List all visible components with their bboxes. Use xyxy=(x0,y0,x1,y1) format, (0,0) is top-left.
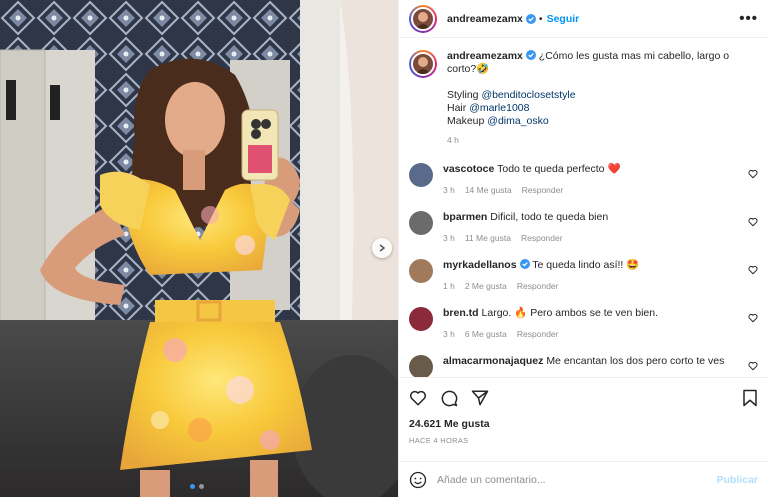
carousel-indicator xyxy=(190,484,204,489)
carousel-dot-active xyxy=(190,484,195,489)
commenter-username[interactable]: myrkadellanos xyxy=(443,259,517,271)
comment-age: 1 h xyxy=(443,281,455,291)
commenter-username[interactable]: bparmen xyxy=(443,211,487,223)
next-photo-button[interactable] xyxy=(372,238,392,258)
commenter-avatar[interactable] xyxy=(409,307,433,331)
comment-like-heart-icon[interactable] xyxy=(748,217,758,227)
caption-age: 4 h xyxy=(447,135,459,145)
share-send-icon[interactable] xyxy=(471,389,489,407)
separator-dot: • xyxy=(538,12,543,25)
styling-label: Styling xyxy=(447,89,479,101)
hair-label: Hair xyxy=(447,102,467,114)
verified-badge-icon xyxy=(525,50,536,60)
comment-like-heart-icon[interactable] xyxy=(748,313,758,323)
commenter-avatar[interactable] xyxy=(409,163,433,187)
likes-count[interactable]: 24.621 Me gusta xyxy=(409,418,758,430)
reply-button[interactable]: Responder xyxy=(522,184,564,197)
post-photo[interactable] xyxy=(0,0,398,497)
comment-text: Largo. 🔥 Pero ambos se te ven bien. xyxy=(481,307,659,319)
chevron-right-icon xyxy=(379,244,386,252)
post-actions: 24.621 Me gusta HACE 4 HORAS xyxy=(399,377,768,461)
profile-picture-icon xyxy=(416,57,430,74)
commenter-avatar[interactable] xyxy=(409,355,433,377)
commenter-username[interactable]: vascotoce xyxy=(443,163,494,175)
comment-input[interactable]: Añade un comentario... xyxy=(437,474,707,486)
comment-item: vascotoce Todo te queda perfecto ❤️ 3 h … xyxy=(409,163,758,197)
commenter-avatar[interactable] xyxy=(409,211,433,235)
publish-button[interactable]: Publicar xyxy=(717,474,758,486)
profile-picture-icon xyxy=(416,11,430,29)
comment-like-heart-icon[interactable] xyxy=(748,169,758,179)
makeup-mention-link[interactable]: @dima_osko xyxy=(487,115,548,127)
post-caption: andreamezamx ¿Cómo les gusta mas mi cabe… xyxy=(409,50,758,147)
comment-like-heart-icon[interactable] xyxy=(748,361,758,371)
comment-item: almacarmonajaquez Me encantan los dos pe… xyxy=(409,355,758,377)
comment-age: 3 h xyxy=(443,233,455,243)
verified-badge-icon xyxy=(519,259,530,269)
like-heart-icon[interactable] xyxy=(409,389,427,407)
comments-list[interactable]: andreamezamx ¿Cómo les gusta mas mi cabe… xyxy=(399,38,768,377)
reply-button[interactable]: Responder xyxy=(521,232,563,245)
commenter-avatar[interactable] xyxy=(409,259,433,283)
hair-mention-link[interactable]: @marle1008 xyxy=(469,102,529,114)
emoji-icon[interactable] xyxy=(409,471,427,489)
add-comment-bar: Añade un comentario... Publicar xyxy=(399,461,768,497)
comment-item: bparmen Dificil, todo te queda bien 3 h … xyxy=(409,211,758,245)
comment-item: bren.td Largo. 🔥 Pero ambos se te ven bi… xyxy=(409,307,758,341)
carousel-dot xyxy=(199,484,204,489)
comment-text: Te queda lindo así!! 🤩 xyxy=(532,259,640,271)
author-username[interactable]: andreamezamx xyxy=(447,13,523,25)
reply-button[interactable]: Responder xyxy=(517,328,559,341)
follow-button[interactable]: Seguir xyxy=(547,13,580,25)
comment-likes[interactable]: 14 Me gusta xyxy=(465,184,512,197)
comment-meta: 3 h 14 Me gusta Responder xyxy=(443,184,621,197)
save-bookmark-icon[interactable] xyxy=(742,389,758,407)
comment-like-heart-icon[interactable] xyxy=(748,265,758,275)
instagram-post-window: andreamezamx • Seguir ••• andreamezamx ¿… xyxy=(0,0,768,497)
makeup-label: Makeup xyxy=(447,115,485,127)
comment-likes[interactable]: 11 Me gusta xyxy=(465,232,511,245)
verified-badge-icon xyxy=(525,13,536,24)
caption-username[interactable]: andreamezamx xyxy=(447,50,523,62)
comment-likes[interactable]: 6 Me gusta xyxy=(465,328,507,341)
post-header: andreamezamx • Seguir ••• xyxy=(399,0,768,38)
post-timestamp: HACE 4 HORAS xyxy=(409,436,469,445)
comment-age: 3 h xyxy=(443,329,455,339)
comment-item: myrkadellanos Te queda lindo así!! 🤩 1 h… xyxy=(409,259,758,293)
comment-age: 3 h xyxy=(443,185,455,195)
commenter-username[interactable]: almacarmonajaquez xyxy=(443,355,543,367)
comment-text: Dificil, todo te queda bien xyxy=(490,211,609,223)
author-avatar[interactable] xyxy=(409,4,437,33)
comment-meta: 3 h 6 Me gusta Responder xyxy=(443,328,658,341)
photo-illustration xyxy=(0,0,398,497)
comment-bubble-icon[interactable] xyxy=(440,389,458,407)
more-options-button[interactable]: ••• xyxy=(739,10,758,27)
comment-text: Me encantan los dos pero corto te ves xyxy=(546,355,725,367)
styling-mention-link[interactable]: @benditoclosetstyle xyxy=(481,89,575,101)
commenter-username[interactable]: bren.td xyxy=(443,307,479,319)
comment-meta: 3 h 11 Me gusta Responder xyxy=(443,232,608,245)
comment-text: Todo te queda perfecto ❤️ xyxy=(497,163,621,175)
post-details-panel: andreamezamx • Seguir ••• andreamezamx ¿… xyxy=(398,0,768,497)
comment-likes[interactable]: 2 Me gusta xyxy=(465,280,507,293)
reply-button[interactable]: Responder xyxy=(517,280,559,293)
caption-author-avatar[interactable] xyxy=(409,50,437,78)
comment-meta: 1 h 2 Me gusta Responder xyxy=(443,280,639,293)
